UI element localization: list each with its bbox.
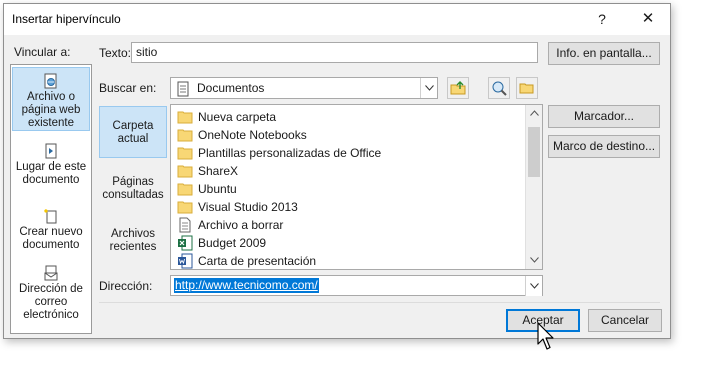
mouse-cursor-icon xyxy=(537,322,554,350)
folder-icon xyxy=(177,111,193,124)
link-item-line: documento xyxy=(22,174,80,186)
file-name: OneNote Notebooks xyxy=(198,128,307,142)
file-name: Budget 2009 xyxy=(198,236,267,250)
close-button[interactable]: ✕ xyxy=(636,9,660,29)
tab-current-folder[interactable]: Carpeta actual xyxy=(99,106,167,158)
list-item[interactable]: ShareX xyxy=(175,162,520,180)
tab-recent-files[interactable]: Archivos recientes xyxy=(99,228,167,258)
email-icon xyxy=(44,265,58,281)
look-in-label: Buscar en: xyxy=(99,81,157,95)
bookmark-button[interactable]: Marcador... xyxy=(548,105,660,128)
tab-line: recientes xyxy=(109,241,157,253)
list-item[interactable]: Budget 2009 xyxy=(175,234,520,252)
address-value: http://www.tecnicomo.com/ xyxy=(174,278,319,293)
link-item-line: Dirección de xyxy=(19,283,83,295)
list-item[interactable]: Plantillas personalizadas de Office xyxy=(175,144,520,162)
list-item[interactable]: OneNote Notebooks xyxy=(175,126,520,144)
up-one-folder-button[interactable] xyxy=(447,77,469,99)
folder-icon xyxy=(177,183,193,196)
divider xyxy=(99,302,660,303)
scroll-down-icon[interactable] xyxy=(530,257,539,263)
help-button[interactable]: ? xyxy=(590,9,614,29)
target-frame-button[interactable]: Marco de destino... xyxy=(548,135,660,158)
chevron-down-icon[interactable] xyxy=(525,276,542,296)
cancel-button[interactable]: Cancelar xyxy=(588,309,662,332)
file-name: Archivo a borrar xyxy=(198,218,284,232)
link-item-line: Lugar de este xyxy=(15,161,87,173)
insert-hyperlink-dialog: Insertar hipervínculo ? ✕ Vincular a: Ar… xyxy=(3,3,671,339)
folder-icon xyxy=(177,165,193,178)
link-create-new-document[interactable]: Crear nuevo documento xyxy=(12,208,90,258)
link-item-line: existente xyxy=(27,117,75,129)
folder-up-icon xyxy=(450,81,466,95)
file-list-scrollbar[interactable] xyxy=(525,105,542,269)
list-item[interactable]: Ubuntu xyxy=(175,180,520,198)
title-bar: Insertar hipervínculo ? ✕ xyxy=(4,4,670,35)
link-item-line: documento xyxy=(22,239,80,251)
scrollbar-thumb[interactable] xyxy=(528,127,540,177)
tab-line: Páginas xyxy=(112,176,154,188)
list-item[interactable]: Nueva carpeta xyxy=(175,108,520,126)
scroll-up-icon[interactable] xyxy=(530,110,539,116)
link-to-label: Vincular a: xyxy=(14,45,71,59)
tab-line: Archivos xyxy=(110,228,156,240)
link-item-line: página web xyxy=(21,104,81,116)
tab-browsed-pages[interactable]: Páginas consultadas xyxy=(99,176,167,206)
dialog-title: Insertar hipervínculo xyxy=(12,12,121,26)
address-input[interactable]: http://www.tecnicomo.com/ xyxy=(170,275,543,296)
tab-line: Carpeta xyxy=(112,120,154,132)
list-item[interactable]: Visual Studio 2013 xyxy=(175,198,520,216)
file-name: Ubuntu xyxy=(198,182,237,196)
place-in-document-icon xyxy=(45,143,57,159)
folder-icon xyxy=(177,129,193,142)
new-document-icon xyxy=(44,209,57,224)
file-name: Nueva carpeta xyxy=(198,110,277,124)
link-item-line: correo xyxy=(34,296,68,308)
link-to-panel: Archivo o página web existente Lugar de … xyxy=(10,64,92,334)
list-item[interactable]: Archivo a borrar xyxy=(175,216,520,234)
folder-icon xyxy=(177,201,193,214)
open-folder-icon xyxy=(519,83,534,94)
link-item-line: Crear nuevo xyxy=(19,226,83,238)
link-email-address[interactable]: Dirección de correo electrónico xyxy=(12,265,90,329)
tab-line: consultadas xyxy=(102,189,164,201)
look-in-select[interactable]: Documentos xyxy=(170,77,438,99)
folder-icon xyxy=(177,147,193,160)
file-name: Visual Studio 2013 xyxy=(198,200,298,214)
address-label: Dirección: xyxy=(99,279,153,293)
tab-line: actual xyxy=(117,133,149,145)
screentip-button[interactable]: Info. en pantalla... xyxy=(548,42,660,65)
look-in-value: Documentos xyxy=(197,81,265,95)
link-item-line: electrónico xyxy=(23,309,79,321)
excel-file-icon xyxy=(178,235,193,251)
chevron-down-icon[interactable] xyxy=(420,78,437,98)
file-list[interactable]: Nueva carpeta OneNote Notebooks Plantill… xyxy=(170,104,543,270)
text-label: Texto: xyxy=(99,46,132,60)
browse-file-button[interactable] xyxy=(516,77,538,99)
link-existing-file-or-web-page[interactable]: Archivo o página web existente xyxy=(12,67,90,131)
side-tabs: Carpeta actual Páginas consultadas Archi… xyxy=(99,104,169,269)
file-name: Carta de presentación xyxy=(198,254,317,268)
web-page-icon xyxy=(44,73,57,89)
list-item[interactable]: Carta de presentación xyxy=(175,252,520,269)
text-to-display-input[interactable]: sitio xyxy=(131,42,538,63)
word-file-icon xyxy=(178,253,193,269)
file-name: ShareX xyxy=(198,164,239,178)
browse-web-icon xyxy=(492,81,507,96)
link-place-in-document[interactable]: Lugar de este documento xyxy=(12,143,90,193)
text-file-icon xyxy=(179,217,191,233)
documents-folder-icon xyxy=(177,81,189,97)
browse-web-button[interactable] xyxy=(488,77,510,99)
file-name: Plantillas personalizadas de Office xyxy=(198,146,382,160)
link-item-line: Archivo o xyxy=(27,91,75,103)
